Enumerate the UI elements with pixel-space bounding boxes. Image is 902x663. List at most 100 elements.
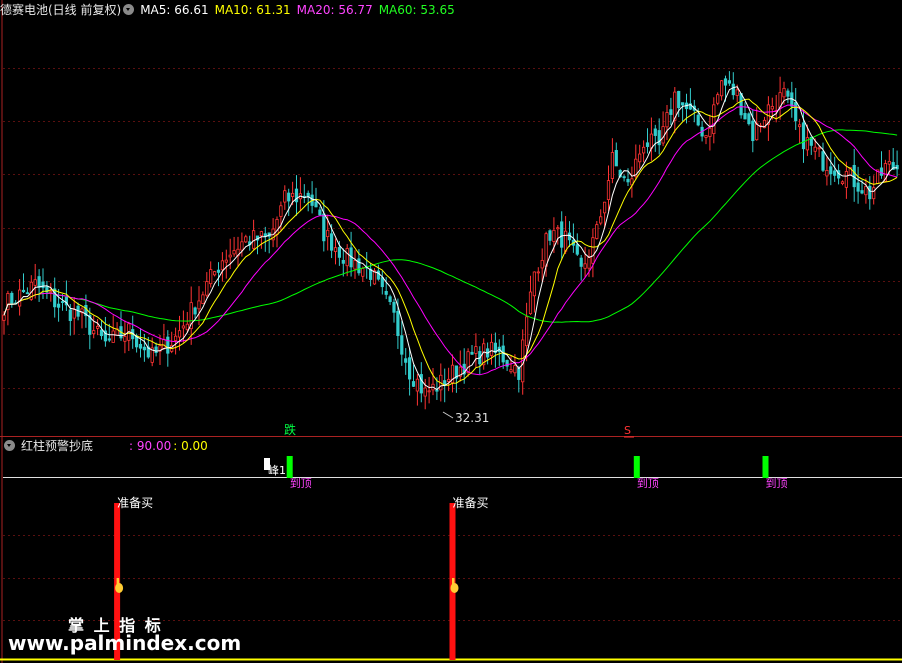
sub-value-2: : 0.00 [173, 439, 208, 453]
candle-body [123, 336, 127, 342]
candle-body [415, 378, 420, 392]
watermark-url: www.palmindex.com [8, 631, 242, 655]
candle-body [193, 307, 197, 315]
candle-body [404, 358, 408, 363]
candle-body [259, 231, 264, 237]
candle-body [25, 292, 30, 295]
candle-body [509, 369, 513, 373]
candle-body [411, 381, 416, 387]
candle-body [197, 300, 201, 310]
candle-body [731, 83, 735, 96]
candle-body [446, 378, 451, 382]
candle-body [212, 271, 217, 276]
candle-body [466, 351, 470, 373]
candle-body [314, 201, 318, 208]
candle-body [661, 126, 665, 144]
candle-body [329, 233, 334, 251]
candle-body [33, 279, 37, 286]
candle-body [782, 87, 786, 98]
candle-body [579, 257, 583, 267]
candle-body [72, 309, 76, 319]
candle-body [290, 192, 295, 198]
candle-body [166, 336, 170, 354]
ma20-label: MA20: 56.77 [296, 3, 373, 17]
candle-body [92, 330, 96, 335]
candle-body [240, 241, 244, 251]
candle-body [712, 104, 716, 134]
candle-body [345, 248, 349, 267]
candle-body [556, 227, 560, 230]
candle-body [361, 268, 365, 277]
candle-body [887, 161, 891, 165]
candle-body [224, 259, 228, 263]
candle-body [895, 164, 899, 170]
candle-body [220, 260, 224, 271]
candle-body [708, 127, 712, 137]
top-signal-label: 到顶 [766, 477, 788, 490]
dropdown-icon[interactable] [4, 440, 15, 451]
candle-body [357, 258, 361, 274]
candle-body [657, 130, 661, 146]
die-label: 跌 [284, 422, 296, 437]
candle-body [162, 338, 166, 350]
candle-body [341, 259, 345, 264]
candle-body [17, 289, 22, 307]
candle-body [852, 164, 856, 188]
candle-body [626, 178, 630, 183]
candle-body [595, 224, 599, 239]
peak-label: 峰1 [268, 464, 286, 477]
candle-body [388, 296, 392, 302]
dropdown-icon[interactable] [123, 4, 135, 15]
candle-body [181, 325, 185, 329]
candle-body [407, 357, 412, 380]
candle-body [396, 310, 400, 336]
candle-body [337, 247, 342, 258]
candle-body [2, 314, 6, 321]
candle-body [400, 335, 404, 355]
low-price-label: 32.31 [455, 411, 489, 425]
buy-signal-label: 准备买 [453, 496, 489, 510]
candle-body [743, 113, 747, 120]
candle-body [825, 170, 829, 177]
candle-body [801, 122, 806, 150]
candle-body [603, 201, 607, 214]
candle-body [185, 323, 189, 331]
candle-body [326, 229, 330, 238]
hand-pointer-finger [452, 578, 455, 586]
candle-body [677, 90, 681, 109]
candle-body [283, 190, 287, 203]
candle-body [287, 192, 291, 202]
candle-body [279, 205, 283, 217]
candle-body [575, 244, 579, 255]
candle-body [864, 186, 868, 196]
candle-body [489, 341, 494, 356]
candle-body [844, 171, 849, 188]
candle-body [532, 271, 537, 297]
candle-body [205, 281, 209, 296]
candle-body [681, 102, 685, 106]
candle-body [665, 112, 669, 128]
candle-body [821, 151, 825, 171]
candle-body [380, 277, 384, 288]
candle-body [544, 233, 548, 267]
candle-body [96, 325, 100, 329]
candle-body [111, 330, 115, 343]
candle-body [587, 257, 591, 269]
candle-body [318, 209, 322, 216]
candle-body [599, 216, 603, 224]
candle-body [649, 133, 654, 149]
candle-body [244, 236, 248, 243]
candle-body [552, 229, 556, 242]
candle-body [21, 289, 26, 293]
candle-body [251, 230, 256, 249]
candle-body [735, 89, 739, 96]
candle-body [138, 343, 143, 349]
candle-body [107, 338, 111, 341]
candle-body [474, 346, 478, 354]
candle-body [10, 292, 14, 305]
candle-body [879, 167, 884, 176]
candle-body [716, 94, 720, 104]
candle-body [614, 150, 618, 167]
top-signal-bar [762, 456, 769, 478]
candle-body [392, 301, 396, 313]
